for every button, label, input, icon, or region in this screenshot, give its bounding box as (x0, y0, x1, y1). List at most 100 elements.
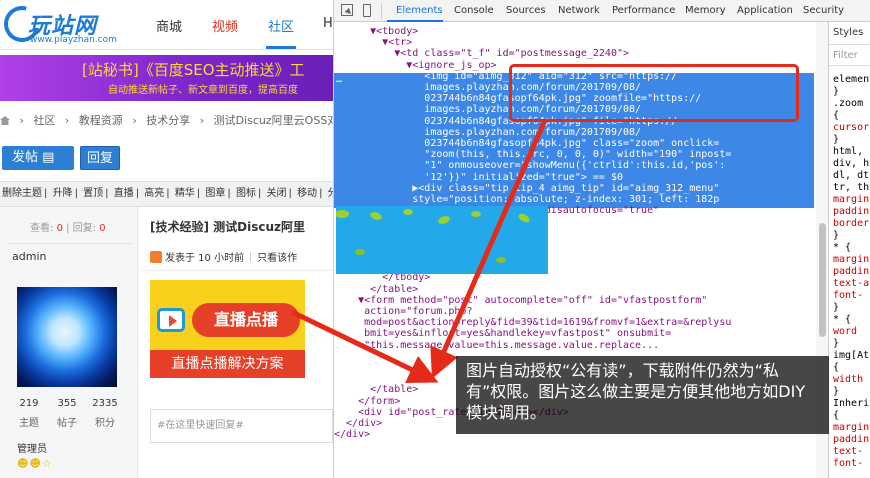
stat-points-value[interactable]: 2335 (88, 398, 122, 409)
style-rule-line[interactable]: div, h (833, 158, 869, 169)
style-rule-line[interactable]: paddin (833, 434, 869, 445)
promo-image[interactable]: 直播点播 直播点播解决方案 (150, 280, 305, 378)
nav-video[interactable]: 视频 (212, 16, 238, 35)
tab-memory[interactable]: Memory (685, 5, 726, 16)
dom-line[interactable]: </div> (334, 429, 370, 440)
dom-line[interactable]: '12'})" initialized="true"> == $0 (334, 172, 623, 183)
dom-line[interactable]: "zoom(this, this.src, 0, 0, 0)" width="1… (334, 149, 731, 160)
dom-line[interactable]: ▼<tbody> (334, 26, 418, 37)
tab-performance[interactable]: Performance (612, 5, 675, 16)
style-rule-line[interactable]: } (833, 230, 839, 241)
style-rule-line[interactable]: font- (833, 290, 863, 301)
scrollbar-thumb[interactable] (819, 223, 826, 337)
stat-topics-value[interactable]: 219 (12, 398, 46, 409)
styles-filter-input[interactable]: Filter (829, 44, 870, 66)
style-rule-line[interactable]: { (833, 410, 839, 421)
dom-line[interactable]: mod=post&action=reply&fid=39&tid=1619&fr… (334, 317, 731, 328)
dom-line[interactable]: </form> (334, 396, 400, 407)
dom-line[interactable]: images.playzhan.com/forum/201709/08/ (334, 127, 641, 138)
site-logo[interactable]: 玩站网 www.playzhan.com (0, 0, 134, 49)
style-rule-line[interactable]: .zoom (833, 98, 863, 109)
style-rule-line[interactable]: { (833, 362, 839, 373)
style-rule-line[interactable]: word (833, 326, 857, 337)
style-rule-line[interactable]: * { (833, 314, 851, 325)
tab-network[interactable]: Network (558, 5, 600, 16)
style-rule-line[interactable]: paddin (833, 206, 869, 217)
promo-banner[interactable]: [站秘书]《百度SEO主动推送》工 自动推送新帖子、新文章到百度，提高百度 (0, 55, 333, 101)
style-rule-line[interactable]: margin (833, 422, 869, 433)
tab-sources[interactable]: Sources (506, 5, 546, 16)
style-rule-line[interactable]: cursor (833, 122, 869, 133)
tab-elements[interactable]: Elements (396, 5, 443, 16)
home-icon[interactable] (0, 116, 10, 125)
style-rule-line[interactable]: font- (833, 458, 863, 469)
breadcrumb-item[interactable]: 社区 (33, 114, 55, 127)
post-title[interactable]: [技术经验] 测试Discuz阿里 (150, 218, 305, 235)
style-rule-line[interactable]: text- (833, 446, 863, 457)
tab-security[interactable]: Security (803, 5, 844, 16)
dom-line[interactable]: </table> (334, 384, 418, 395)
style-rule-line[interactable]: } (833, 86, 839, 97)
style-rule-line[interactable]: } (833, 338, 839, 349)
mod-delete[interactable]: 删除主题 (2, 188, 42, 199)
style-rule-line[interactable]: tr, th (833, 182, 869, 193)
device-toolbar-icon[interactable] (363, 4, 371, 17)
quick-reply-input[interactable]: #在这里快速回复# (150, 409, 333, 443)
breadcrumb-item[interactable]: 测试Discuz阿里云OSS对接 (214, 114, 333, 127)
only-author-link[interactable]: 只看该作 (257, 253, 297, 264)
tab-console[interactable]: Console (454, 5, 494, 16)
style-rule-line[interactable]: paddin (833, 266, 869, 277)
style-rule-line[interactable]: } (833, 302, 839, 313)
mod-move[interactable]: 移动 (297, 188, 317, 199)
style-rule-line[interactable]: html, b (833, 146, 870, 157)
dom-line[interactable]: ▼<form method="post" autocomplete="off" … (334, 295, 707, 306)
style-rule-line[interactable]: img[At (833, 350, 869, 361)
dom-line[interactable]: ▶<div class="tip tip_4 aimg_tip" id="aim… (334, 183, 719, 194)
style-rule-line[interactable]: element (833, 74, 870, 85)
inspect-cursor-icon[interactable] (341, 4, 353, 16)
dom-line[interactable]: "1" onmouseover="showMenu({'ctrlid':this… (334, 160, 725, 171)
mod-close[interactable]: 关闭 (267, 188, 287, 199)
mod-icon[interactable]: 图标 (236, 188, 256, 199)
dom-line[interactable]: </div> (334, 418, 382, 429)
dom-line[interactable]: action="forum.php? (334, 306, 472, 317)
dom-line[interactable]: 023744b6n84gfasopf64pk.jpg" class="zoom"… (334, 138, 719, 149)
style-rule-line[interactable]: * { (833, 242, 851, 253)
nav-community[interactable]: 社区 (268, 16, 294, 35)
mod-sticky[interactable]: 置顶 (83, 188, 103, 199)
mod-live[interactable]: 直播 (114, 188, 134, 199)
nav-mall[interactable]: 商城 (156, 16, 182, 35)
dom-line[interactable]: bmit=yes&infloat=yes&handlekey=vfastpost… (334, 328, 671, 339)
dom-line[interactable]: style="position: absolute; z-index: 301;… (334, 194, 719, 205)
breadcrumb-item[interactable]: 技术分享 (146, 114, 190, 127)
style-rule-line[interactable]: margin (833, 194, 869, 205)
dom-line[interactable]: ▼<ignore_js_op> (334, 60, 496, 71)
mod-digest[interactable]: 精华 (175, 188, 195, 199)
new-post-button[interactable]: 发帖 ▤ (2, 146, 74, 170)
mod-stamp[interactable]: 图章 (205, 188, 225, 199)
tab-application[interactable]: Application (737, 5, 793, 16)
stat-posts-value[interactable]: 355 (50, 398, 84, 409)
author-name[interactable]: admin (12, 250, 46, 263)
mod-bump[interactable]: 升降 (53, 188, 73, 199)
style-rule-line[interactable]: { (833, 110, 839, 121)
style-rule-line[interactable]: dl, dt (833, 170, 869, 181)
style-rule-line[interactable]: text-a (833, 278, 869, 289)
breadcrumb-item[interactable]: 教程资源 (79, 114, 123, 127)
dom-line[interactable]: ▼<tr> (334, 37, 412, 48)
tab-styles[interactable]: Styles (833, 27, 863, 38)
style-rule-line[interactable]: border (833, 218, 869, 229)
dom-line[interactable]: "this.message.value=this.message.value.r… (334, 340, 659, 351)
style-rule-line[interactable]: margin (833, 254, 869, 265)
dom-line[interactable]: </table> (334, 284, 418, 295)
dom-line[interactable]: </tbody> (334, 272, 430, 283)
style-rule-line[interactable]: } (833, 134, 839, 145)
dom-line[interactable]: ▼<td class="t_f" id="postmessage_2240"> (334, 48, 629, 59)
avatar[interactable] (17, 287, 117, 387)
nav-more[interactable]: H (323, 16, 333, 31)
style-rule-line[interactable]: Inherited (833, 398, 870, 409)
style-rule-line[interactable]: width (833, 374, 863, 385)
style-rule-line[interactable]: } (833, 386, 839, 397)
reply-button[interactable]: 回复 (80, 146, 120, 170)
mod-highlight[interactable]: 高亮 (144, 188, 164, 199)
